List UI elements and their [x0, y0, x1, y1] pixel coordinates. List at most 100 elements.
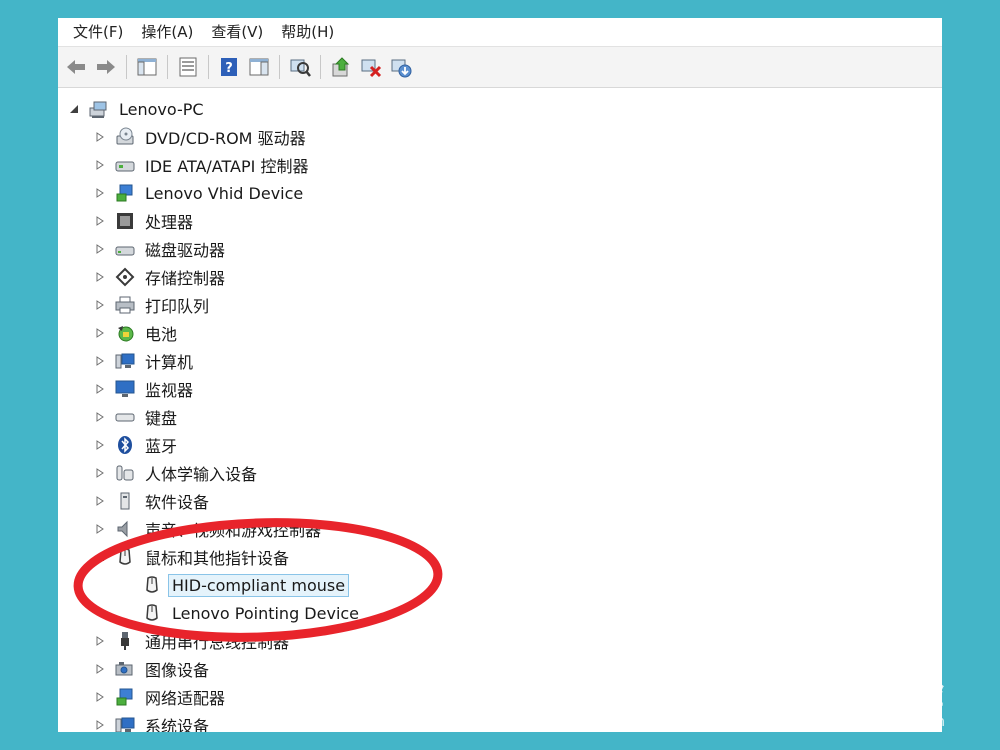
tree-item-label: 磁盘驱动器 [145, 241, 226, 260]
tree-item-label: 系统设备 [145, 717, 210, 732]
tree-root[interactable]: Lenovo-PC [58, 95, 942, 123]
battery-icon [114, 322, 136, 344]
menu-view[interactable]: 查看(V) [202, 19, 272, 45]
expand-arrow-icon[interactable] [94, 411, 106, 423]
tree-item-usb-controller[interactable]: 通用串行总线控制器 [58, 627, 942, 655]
tree-item-label: HID-compliant mouse [167, 573, 350, 597]
expand-arrow-icon[interactable] [94, 523, 106, 535]
console-tree-icon [137, 58, 157, 76]
tree-item-hid-compliant-mouse[interactable]: HID-compliant mouse [58, 571, 942, 599]
tree-item-ide-controller[interactable]: IDE ATA/ATAPI 控制器 [58, 151, 942, 179]
expand-arrow-icon[interactable] [94, 691, 106, 703]
expand-arrow-icon[interactable] [94, 299, 106, 311]
expand-arrow-icon[interactable] [94, 243, 106, 255]
action-pane-button[interactable] [246, 54, 272, 80]
expand-arrow-icon[interactable] [94, 131, 106, 143]
tree-item-lenovo-pointing[interactable]: Lenovo Pointing Device [58, 599, 942, 627]
disable-device-button[interactable] [358, 54, 384, 80]
back-button[interactable] [63, 54, 89, 80]
tree-item-label: 网络适配器 [145, 689, 226, 708]
tree-item-computer[interactable]: 计算机 [58, 347, 942, 375]
system-device-icon [114, 714, 136, 732]
tree-item-lenovo-vhid[interactable]: Lenovo Vhid Device [58, 179, 942, 207]
tree-item-disk-drive[interactable]: 磁盘驱动器 [58, 235, 942, 263]
tree-item-software-device[interactable]: 软件设备 [58, 487, 942, 515]
menu-action[interactable]: 操作(A) [132, 19, 202, 45]
toolbar: ? [58, 46, 942, 88]
expand-arrow-icon[interactable] [94, 187, 106, 199]
tree-item-label: 键盘 [145, 409, 178, 428]
tree-item-label: 打印队列 [145, 297, 210, 316]
tree-item-storage-controller[interactable]: 存储控制器 [58, 263, 942, 291]
tree-item-human-interface[interactable]: 人体学输入设备 [58, 459, 942, 487]
baidu-watermark: Bai du 经验 jingyan.baidu.com [735, 665, 945, 730]
processor-icon [114, 210, 136, 232]
tree-item-dvd-drive[interactable]: DVD/CD-ROM 驱动器 [58, 123, 942, 151]
help-button[interactable]: ? [216, 54, 242, 80]
expand-arrow-icon[interactable] [94, 355, 106, 367]
tree-item-monitor[interactable]: 监视器 [58, 375, 942, 403]
expand-arrow-icon[interactable] [94, 495, 106, 507]
tree-item-mouse-category[interactable]: 鼠标和其他指针设备 [58, 543, 942, 571]
forward-button[interactable] [93, 54, 119, 80]
disk-drive-icon [114, 238, 136, 260]
expand-arrow-icon[interactable] [94, 327, 106, 339]
expand-arrow-icon[interactable] [94, 271, 106, 283]
expand-arrow-icon[interactable] [94, 159, 106, 171]
menu-file[interactable]: 文件(F) [64, 19, 132, 45]
software-device-icon [114, 490, 136, 512]
network-adapter-icon [114, 686, 136, 708]
expand-arrow-icon[interactable] [94, 663, 106, 675]
collapse-arrow-icon[interactable] [94, 551, 106, 563]
tree-item-processor[interactable]: 处理器 [58, 207, 942, 235]
toolbar-separator [279, 55, 280, 79]
menu-help[interactable]: 帮助(H) [272, 19, 343, 45]
storage-controller-icon [114, 266, 136, 288]
mouse-icon [141, 602, 163, 624]
mouse-icon [114, 546, 136, 568]
tree-item-sound[interactable]: 声音、视频和游戏控制器 [58, 515, 942, 543]
human-interface-icon [114, 462, 136, 484]
toolbar-separator [208, 55, 209, 79]
dvd-icon [114, 126, 136, 148]
mouse-icon [141, 574, 163, 596]
monitor-icon [114, 378, 136, 400]
expand-arrow-icon[interactable] [94, 215, 106, 227]
expand-arrow-icon[interactable] [94, 383, 106, 395]
expand-arrow-icon[interactable] [94, 439, 106, 451]
tree-item-label: 声音、视频和游戏控制器 [145, 521, 322, 540]
tree-item-label: 蓝牙 [145, 437, 178, 456]
camera-icon [114, 658, 136, 680]
tree-item-label: 软件设备 [145, 493, 210, 512]
tree-item-label: 计算机 [145, 353, 194, 372]
console-tree-button[interactable] [134, 54, 160, 80]
usb-icon [114, 630, 136, 652]
scan-hardware-button[interactable] [287, 54, 313, 80]
tree-item-bluetooth[interactable]: 蓝牙 [58, 431, 942, 459]
tree-item-label: IDE ATA/ATAPI 控制器 [145, 157, 309, 176]
tree-item-label: Lenovo Vhid Device [145, 183, 304, 203]
collapse-arrow-icon[interactable] [68, 103, 80, 115]
tree-item-keyboard[interactable]: 键盘 [58, 403, 942, 431]
bluetooth-icon [114, 434, 136, 456]
tree-item-label: 鼠标和其他指针设备 [145, 549, 290, 568]
computer-icon [114, 350, 136, 372]
properties-button[interactable] [175, 54, 201, 80]
sound-icon [114, 518, 136, 540]
action-pane-icon [249, 58, 269, 76]
expand-arrow-icon[interactable] [94, 635, 106, 647]
watermark-logo-text: Bai du 经验 [735, 673, 945, 713]
toolbar-separator [126, 55, 127, 79]
uninstall-device-button[interactable] [388, 54, 414, 80]
forward-icon [97, 60, 115, 74]
svg-text:?: ? [225, 61, 233, 76]
scan-hardware-icon [290, 59, 311, 77]
tree-item-label: 监视器 [145, 381, 194, 400]
tree-item-battery[interactable]: 电池 [58, 319, 942, 347]
update-driver-button[interactable] [328, 54, 354, 80]
tree-item-label: DVD/CD-ROM 驱动器 [145, 129, 306, 148]
tree-item-print-queue[interactable]: 打印队列 [58, 291, 942, 319]
expand-arrow-icon[interactable] [94, 467, 106, 479]
expand-arrow-icon[interactable] [94, 719, 106, 731]
tree-item-label: 存储控制器 [145, 269, 226, 288]
